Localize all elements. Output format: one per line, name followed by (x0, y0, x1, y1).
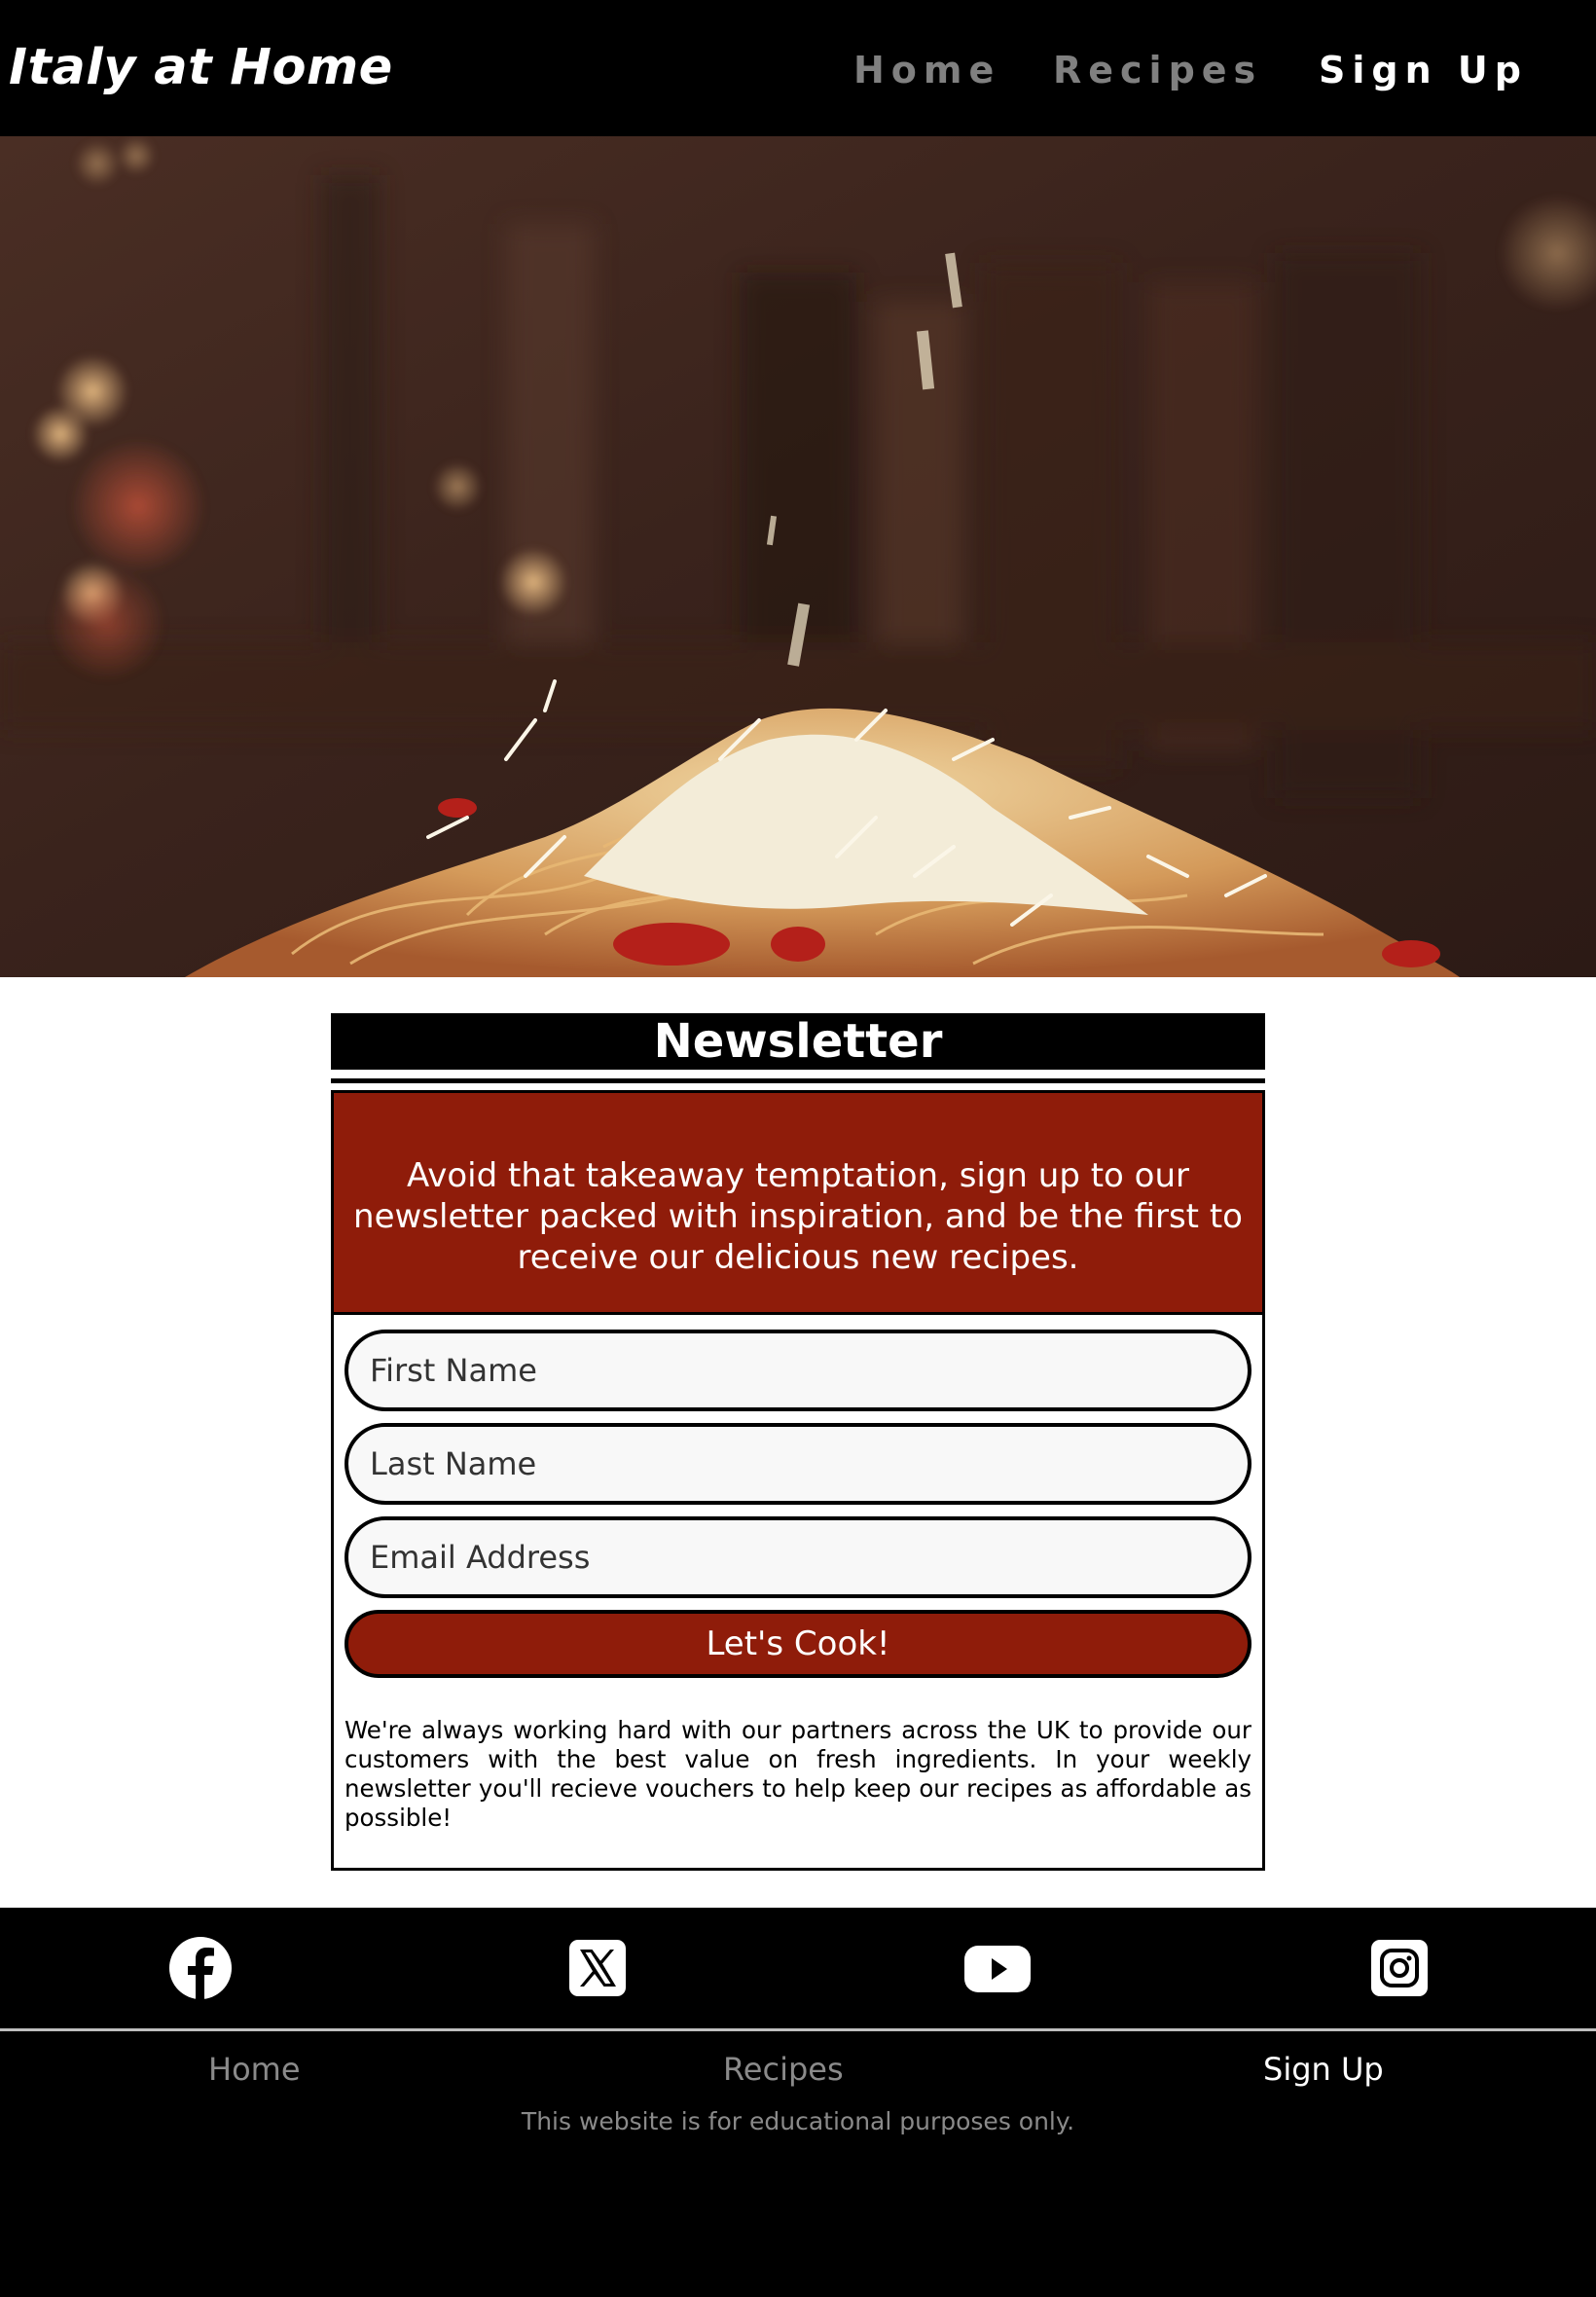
newsletter-note: We're always working hard with our partn… (345, 1716, 1251, 1832)
nav-link-recipes[interactable]: Recipes (1053, 43, 1262, 97)
site-header: Italy at Home Home Recipes Sign Up (0, 0, 1596, 136)
footer-divider (0, 2028, 1596, 2031)
instagram-icon[interactable] (1365, 1936, 1433, 2000)
hero-image (0, 136, 1596, 977)
footer-link-sign-up[interactable]: Sign Up (1263, 2050, 1384, 2089)
site-footer: Home Recipes Sign Up This website is for… (0, 1908, 1596, 2297)
x-twitter-icon[interactable] (563, 1936, 632, 2000)
email-address-input[interactable] (345, 1516, 1251, 1598)
title-divider (331, 1078, 1265, 1083)
hero-pasta-illustration (0, 136, 1596, 977)
first-name-input[interactable] (345, 1330, 1251, 1411)
facebook-icon[interactable] (166, 1936, 235, 2000)
nav-link-sign-up[interactable]: Sign Up (1319, 43, 1528, 97)
footer-disclaimer: This website is for educational purposes… (521, 2107, 1075, 2135)
footer-link-home[interactable]: Home (208, 2050, 301, 2089)
youtube-icon[interactable] (963, 1936, 1032, 2000)
last-name-input[interactable] (345, 1423, 1251, 1505)
newsletter-form: Avoid that takeaway temptation, sign up … (331, 1090, 1265, 1871)
brand-logo-text[interactable]: Italy at Home (9, 35, 393, 101)
newsletter-intro: Avoid that takeaway temptation, sign up … (334, 1093, 1262, 1315)
newsletter-title: Newsletter (331, 1013, 1265, 1070)
newsletter-section: Newsletter Avoid that takeaway temptatio… (331, 1013, 1265, 1871)
nav-link-home[interactable]: Home (853, 43, 1000, 97)
social-links (0, 1908, 1596, 2028)
footer-link-recipes[interactable]: Recipes (723, 2050, 844, 2089)
lets-cook-submit-button[interactable]: Let's Cook! (345, 1610, 1251, 1678)
